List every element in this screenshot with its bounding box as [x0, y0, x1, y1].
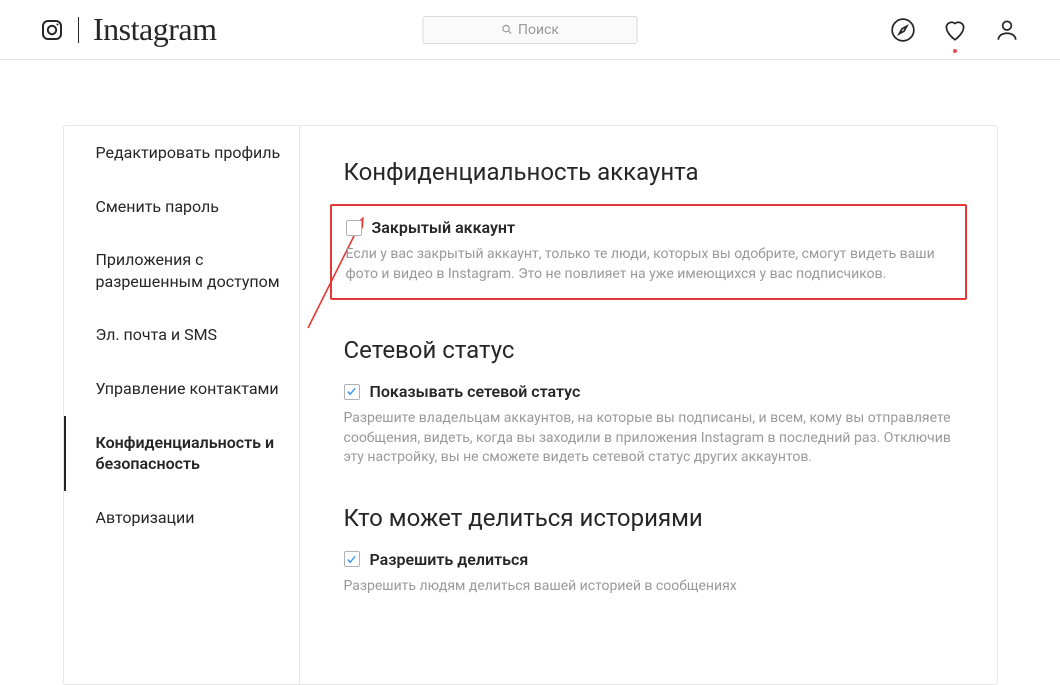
setting-description: Разрешите владельцам аккаунтов, на котор… — [344, 409, 953, 468]
sidebar-item-privacy-security[interactable]: Конфиденциальность и безопасность — [64, 416, 299, 491]
setting-row-private-account: Закрытый аккаунт — [346, 218, 951, 237]
section-privacy: Конфиденциальность аккаунта Закрытый акк… — [344, 158, 953, 300]
sidebar: Редактировать профиль Сменить пароль При… — [64, 126, 300, 684]
search-placeholder: Поиск — [518, 22, 559, 38]
wordmark: Instagram — [93, 11, 216, 48]
logo-group[interactable]: Instagram — [40, 11, 216, 48]
section-title: Кто может делиться историями — [344, 504, 953, 532]
section-title: Конфиденциальность аккаунта — [344, 158, 953, 186]
story-sharing-checkbox[interactable] — [344, 551, 360, 567]
sidebar-item-label: Авторизации — [96, 508, 195, 527]
setting-row-story-sharing: Разрешить делиться — [344, 550, 953, 569]
logo-divider — [78, 17, 79, 43]
notification-dot — [953, 49, 957, 53]
section-activity-status: Сетевой статус Показывать сетевой статус… — [344, 336, 953, 468]
profile-icon[interactable] — [994, 17, 1020, 43]
sidebar-item-label: Управление контактами — [96, 379, 279, 398]
checkbox-label: Закрытый аккаунт — [372, 218, 516, 237]
settings-content: Конфиденциальность аккаунта Закрытый акк… — [300, 126, 997, 684]
camera-icon — [40, 18, 64, 42]
activity-status-checkbox[interactable] — [344, 384, 360, 400]
settings-page: Редактировать профиль Сменить пароль При… — [63, 125, 998, 685]
search-wrap: Поиск — [423, 16, 638, 44]
sidebar-item-label: Сменить пароль — [96, 197, 219, 216]
checkbox-label: Разрешить делиться — [370, 550, 529, 569]
section-title: Сетевой статус — [344, 336, 953, 364]
header-actions — [890, 17, 1020, 43]
sidebar-item-label: Эл. почта и SMS — [96, 325, 218, 344]
sidebar-item-label: Конфиденциальность и безопасность — [96, 433, 275, 474]
section-story-sharing: Кто может делиться историями Разрешить д… — [344, 504, 953, 597]
sidebar-item-change-password[interactable]: Сменить пароль — [64, 180, 299, 234]
setting-row-activity-status: Показывать сетевой статус — [344, 382, 953, 401]
private-account-checkbox[interactable] — [346, 220, 362, 236]
activity-heart-icon[interactable] — [942, 17, 968, 43]
sidebar-item-authorized-apps[interactable]: Приложения с разрешенным доступом — [64, 233, 299, 308]
checkbox-label: Показывать сетевой статус — [370, 382, 581, 401]
setting-description: Если у вас закрытый аккаунт, только те л… — [346, 245, 951, 284]
top-bar: Instagram Поиск — [0, 0, 1060, 60]
sidebar-item-label: Приложения с разрешенным доступом — [96, 250, 280, 291]
sidebar-item-email-sms[interactable]: Эл. почта и SMS — [64, 308, 299, 362]
search-icon — [501, 24, 512, 35]
explore-icon[interactable] — [890, 17, 916, 43]
sidebar-item-login-activity[interactable]: Авторизации — [64, 491, 299, 545]
setting-description: Разрешить людям делиться вашей историей … — [344, 577, 953, 597]
sidebar-item-manage-contacts[interactable]: Управление контактами — [64, 362, 299, 416]
sidebar-item-edit-profile[interactable]: Редактировать профиль — [64, 126, 299, 180]
sidebar-item-label: Редактировать профиль — [96, 143, 281, 162]
search-input[interactable]: Поиск — [423, 16, 638, 44]
highlight-annotation: Закрытый аккаунт Если у вас закрытый акк… — [330, 204, 967, 300]
